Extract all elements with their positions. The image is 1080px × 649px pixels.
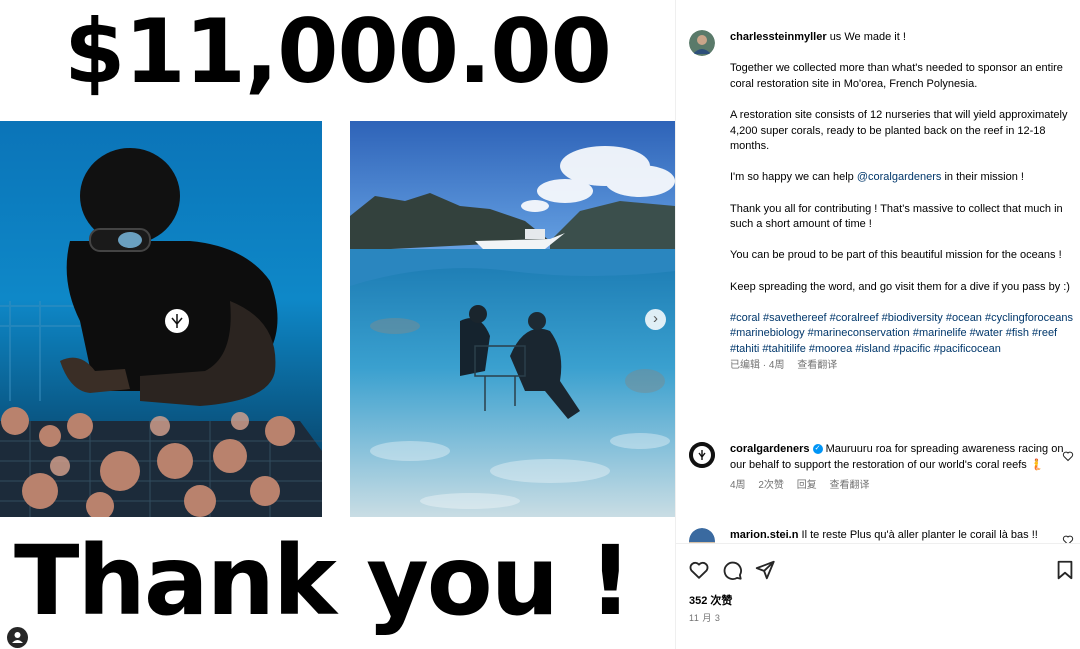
comment-icon[interactable] <box>721 559 743 581</box>
post-details-panel: charlessteinmyller us We made it ! Toget… <box>675 0 1080 649</box>
mention-link[interactable]: @coralgardeners <box>857 171 942 183</box>
photo-split-underwater <box>350 121 675 517</box>
bookmark-icon[interactable] <box>1054 559 1076 581</box>
comment-likes[interactable]: 2次赞 <box>758 480 784 491</box>
post-image: $11,000.00 Thank you ! › <box>0 0 675 649</box>
user-icon <box>12 632 23 643</box>
chevron-right-icon: › <box>653 310 658 327</box>
caption-username[interactable]: charlessteinmyller <box>730 31 827 43</box>
avatar[interactable] <box>689 30 715 56</box>
avatar[interactable] <box>689 528 715 543</box>
translate-link[interactable]: 查看翻译 <box>797 360 837 371</box>
like-count[interactable]: 352 次赞 <box>689 592 732 608</box>
translate-link[interactable]: 查看翻译 <box>829 480 869 491</box>
avatar[interactable] <box>689 442 715 468</box>
share-icon[interactable] <box>754 559 776 581</box>
caption-text: charlessteinmyller us We made it ! Toget… <box>730 31 1075 373</box>
caption-meta: 已编辑 · 4周 查看翻译 <box>730 359 1075 373</box>
comment-username[interactable]: coralgardeners <box>730 443 809 455</box>
post-actions: 352 次赞 11 月 3 <box>676 543 1080 649</box>
post-date: 11 月 3 <box>689 613 721 623</box>
comment-text: marion.stei.n Il te reste Plus qu'à alle… <box>730 529 1038 541</box>
verified-badge-icon: ✓ <box>812 444 823 455</box>
heart-icon[interactable] <box>1062 534 1074 543</box>
tagged-users-button[interactable] <box>7 627 28 648</box>
amount-headline: $11,000.00 <box>64 0 612 103</box>
heart-icon[interactable] <box>1062 450 1074 462</box>
next-image-button[interactable]: › <box>645 309 666 330</box>
comment-text: coralgardeners ✓ Mauruuru roa for spread… <box>730 443 1064 492</box>
like-heart-icon[interactable] <box>688 559 710 581</box>
hashtags[interactable]: #coral #savethereef #coralreef #biodiver… <box>730 311 1075 358</box>
comment-username[interactable]: marion.stei.n <box>730 529 798 541</box>
thank-you-headline: Thank you ! <box>14 525 632 637</box>
edited-label: 已编辑 · 4周 <box>730 360 785 372</box>
comments-scroll-area[interactable]: charlessteinmyller us We made it ! Toget… <box>676 16 1080 543</box>
photo-diver-coral-nursery <box>0 121 322 517</box>
reply-button[interactable]: 回复 <box>797 480 817 491</box>
